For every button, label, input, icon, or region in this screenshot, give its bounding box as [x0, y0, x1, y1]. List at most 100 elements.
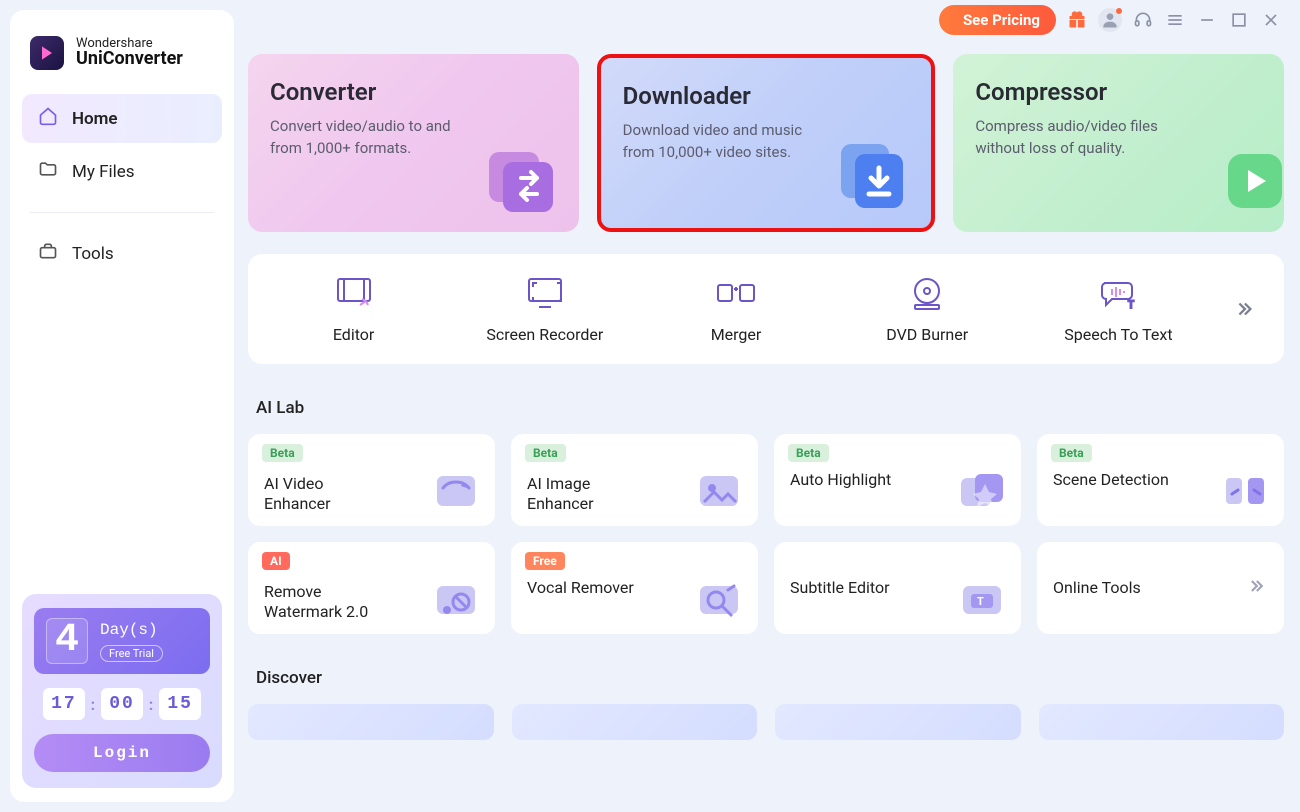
sidebar-item-home[interactable]: Home [22, 94, 222, 143]
card-title: AI Video Enhancer [264, 474, 364, 514]
login-button[interactable]: Login [34, 734, 210, 772]
trial-days-panel: 4 Day(s) Free Trial [34, 608, 210, 674]
discover-card[interactable] [775, 704, 1021, 740]
tool-merger[interactable]: Merger [640, 275, 831, 344]
beta-badge: Beta [525, 444, 566, 462]
hero-converter[interactable]: Converter Convert video/audio to and fro… [248, 54, 579, 232]
tool-editor[interactable]: Editor [258, 275, 449, 344]
video-enhancer-icon [431, 468, 481, 514]
hero-title: Downloader [623, 82, 910, 110]
hero-desc: Compress audio/video files without loss … [975, 116, 1185, 160]
app-logo: Wondershare UniConverter [22, 36, 222, 94]
beta-badge: Beta [788, 444, 829, 462]
card-ai-image-enhancer[interactable]: Beta AI Image Enhancer [511, 434, 758, 526]
svg-text:T: T [1128, 300, 1134, 311]
hero-title: Compressor [975, 78, 1262, 106]
tool-dvd-burner[interactable]: DVD Burner [832, 275, 1023, 344]
scene-detection-icon [1220, 468, 1270, 514]
beta-badge: Beta [1051, 444, 1092, 462]
card-title: Vocal Remover [527, 578, 634, 598]
account-avatar-icon[interactable] [1098, 8, 1122, 32]
sidebar-item-label: Tools [72, 244, 114, 264]
card-vocal-remover[interactable]: Free Vocal Remover [511, 542, 758, 634]
card-subtitle-editor[interactable]: Subtitle Editor T [774, 542, 1021, 634]
ai-lab-grid-1: Beta AI Video Enhancer Beta AI Image Enh… [248, 434, 1284, 526]
free-badge: Free [525, 552, 565, 570]
home-icon [38, 106, 58, 131]
tool-screen-recorder[interactable]: Screen Recorder [449, 275, 640, 344]
see-pricing-button[interactable]: See Pricing [939, 5, 1056, 35]
sidebar-nav: Home My Files Tools [22, 94, 222, 278]
brand-line2: UniConverter [76, 50, 183, 69]
ai-lab-title: AI Lab [256, 398, 1284, 418]
converter-icon [481, 138, 561, 218]
card-title: Remove Watermark 2.0 [264, 582, 394, 622]
card-auto-highlight[interactable]: Beta Auto Highlight [774, 434, 1021, 526]
chevron-double-right-icon [1233, 298, 1255, 320]
sidebar: Wondershare UniConverter Home My Files T… [10, 10, 234, 802]
support-headset-icon[interactable] [1132, 9, 1154, 31]
titlebar: See Pricing [921, 0, 1300, 40]
chevron-double-right-icon [1246, 576, 1266, 600]
sidebar-item-label: Home [72, 109, 118, 129]
hero-title: Converter [270, 78, 557, 106]
vocal-remover-icon [694, 576, 744, 622]
card-title: Subtitle Editor [790, 578, 890, 598]
tool-strip-more[interactable] [1214, 298, 1274, 320]
tool-speech-to-text[interactable]: T Speech To Text [1023, 275, 1214, 344]
countdown-seconds: 15 [159, 688, 201, 720]
card-title: Online Tools [1053, 578, 1141, 598]
beta-badge: Beta [262, 444, 303, 462]
window-maximize-icon[interactable] [1228, 9, 1250, 31]
svg-text:T: T [977, 595, 984, 608]
downloader-icon [833, 134, 913, 214]
ai-badge: AI [262, 552, 290, 570]
hamburger-menu-icon[interactable] [1164, 9, 1186, 31]
countdown-hours: 17 [43, 688, 85, 720]
hero-desc: Download video and music from 10,000+ vi… [623, 120, 833, 164]
discover-card[interactable] [1039, 704, 1285, 740]
card-online-tools[interactable]: Online Tools [1037, 542, 1284, 634]
dvd-burner-icon [907, 275, 947, 311]
hero-desc: Convert video/audio to and from 1,000+ f… [270, 116, 480, 160]
tool-strip: Editor Screen Recorder Merger DVD Burner… [248, 254, 1284, 364]
trial-countdown: 17 : 00 : 15 [34, 688, 210, 720]
discover-card[interactable] [248, 704, 494, 740]
hero-compressor[interactable]: Compressor Compress audio/video files wi… [953, 54, 1284, 232]
logo-mark-icon [30, 36, 64, 70]
hero-row: Converter Convert video/audio to and fro… [248, 54, 1284, 232]
discover-card[interactable] [512, 704, 758, 740]
sidebar-item-label: My Files [72, 162, 135, 182]
sidebar-item-myfiles[interactable]: My Files [22, 147, 222, 196]
divider [30, 212, 214, 213]
countdown-minutes: 00 [101, 688, 143, 720]
sidebar-item-tools[interactable]: Tools [22, 229, 222, 278]
image-enhancer-icon [694, 468, 744, 514]
window-close-icon[interactable] [1260, 9, 1282, 31]
gift-icon[interactable] [1066, 9, 1088, 31]
editor-icon [334, 275, 374, 311]
remove-watermark-icon [431, 576, 481, 622]
card-ai-video-enhancer[interactable]: Beta AI Video Enhancer [248, 434, 495, 526]
speech-to-text-icon: T [1098, 275, 1138, 311]
card-title: AI Image Enhancer [527, 474, 627, 514]
card-title: Auto Highlight [790, 470, 891, 490]
main-content: Converter Convert video/audio to and fro… [248, 54, 1284, 812]
tool-label: Merger [711, 325, 762, 344]
card-title: Scene Detection [1053, 470, 1169, 490]
tool-label: Screen Recorder [486, 325, 603, 344]
auto-highlight-icon [957, 468, 1007, 514]
discover-row [248, 704, 1284, 740]
free-trial-badge: Free Trial [100, 645, 163, 662]
trial-card: 4 Day(s) Free Trial 17 : 00 : 15 Login [22, 594, 222, 788]
card-scene-detection[interactable]: Beta Scene Detection [1037, 434, 1284, 526]
merger-icon [716, 275, 756, 311]
hero-downloader[interactable]: Downloader Download video and music from… [597, 54, 936, 232]
card-remove-watermark[interactable]: AI Remove Watermark 2.0 [248, 542, 495, 634]
screen-recorder-icon [525, 275, 565, 311]
window-minimize-icon[interactable] [1196, 9, 1218, 31]
pricing-label: See Pricing [963, 11, 1040, 29]
compressor-icon [1210, 138, 1284, 218]
toolbox-icon [38, 241, 58, 266]
tool-label: DVD Burner [886, 325, 968, 344]
